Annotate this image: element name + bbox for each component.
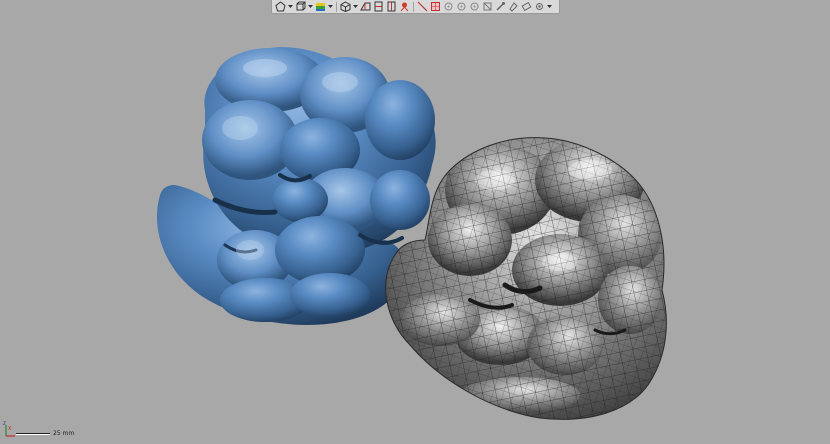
scale-label: 25 mm [53, 430, 75, 437]
section-view-icon[interactable] [360, 1, 371, 12]
hide-icon[interactable] [482, 1, 493, 12]
select-shape-icon[interactable] [275, 1, 286, 12]
axis-x-label: X [8, 426, 12, 432]
light-icon[interactable] [399, 1, 410, 12]
dropdown-caret-icon[interactable] [353, 1, 358, 12]
measure-line-icon[interactable] [417, 1, 428, 12]
settings-icon[interactable] [534, 1, 545, 12]
point-icon[interactable] [443, 1, 454, 12]
dropdown-caret-icon[interactable] [328, 1, 333, 12]
3d-viewport[interactable]: X Z 25 mm [0, 0, 830, 444]
toolbar-separator [336, 1, 337, 12]
dropdown-caret-icon[interactable] [308, 1, 313, 12]
point-icon[interactable] [456, 1, 467, 12]
paint-icon[interactable] [508, 1, 519, 12]
dropdown-caret-icon[interactable] [547, 1, 552, 12]
dropdown-caret-icon[interactable] [288, 1, 293, 12]
color-display-icon[interactable] [315, 1, 326, 12]
scale-bar [16, 433, 50, 435]
cube-view-icon[interactable] [340, 1, 351, 12]
clip-plane-icon[interactable] [386, 1, 397, 12]
box-view-icon[interactable] [295, 1, 306, 12]
toolbar-separator [413, 1, 414, 12]
clip-plane-icon[interactable] [373, 1, 384, 12]
scale-indicator: 25 mm [16, 431, 74, 437]
scene-canvas[interactable] [0, 0, 830, 444]
point-icon[interactable] [469, 1, 480, 12]
brush-icon[interactable] [495, 1, 506, 12]
axis-z-label: Z [3, 421, 6, 426]
eraser-icon[interactable] [521, 1, 532, 12]
snap-grid-icon[interactable] [430, 1, 441, 12]
view-toolbar [271, 0, 560, 14]
